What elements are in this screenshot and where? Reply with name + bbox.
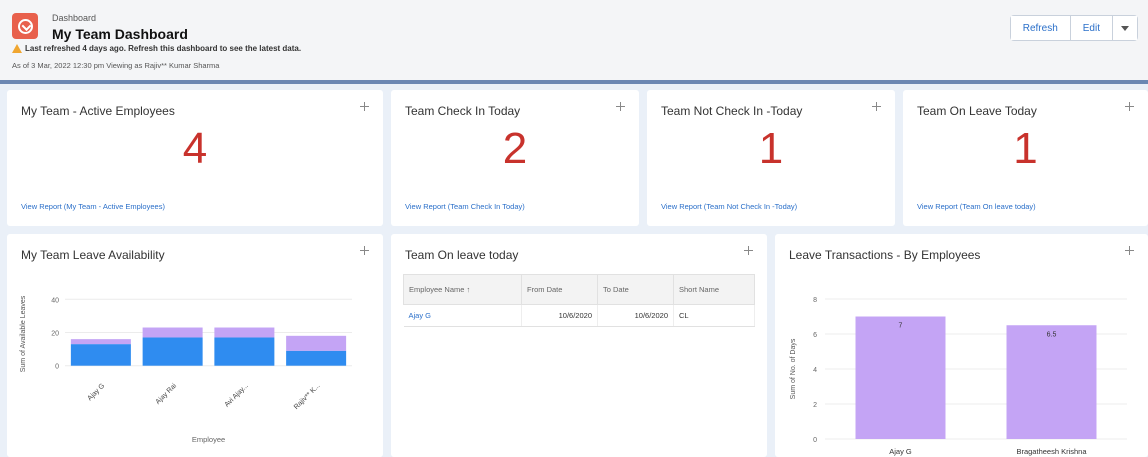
bar-segment	[286, 350, 347, 366]
column-header-employee[interactable]: Employee Name ↑	[403, 274, 522, 305]
x-tick-label: Bragatheesh Krishna	[1016, 447, 1087, 456]
leave-transactions-card: Leave Transactions - By Employees 024687…	[775, 234, 1148, 457]
leave-table: Employee Name ↑ From Date To Date Short …	[403, 274, 755, 327]
data-label: 7	[899, 323, 903, 330]
from-date-cell: 10/6/2020	[521, 304, 598, 327]
metric-value: 2	[502, 124, 528, 173]
x-tick-label: Rajiv** K...	[293, 382, 322, 411]
expand-icon[interactable]	[616, 102, 625, 111]
x-axis-label: Employee	[192, 435, 225, 444]
expand-icon[interactable]	[744, 246, 753, 255]
x-tick-label: Ajay Rai	[155, 382, 179, 406]
leave-transactions-chart: 0 2 4 6 8 7 Ajay G 6.5 Bragatheesh Krishna Sum of…	[790, 297, 1127, 456]
bar-segment	[142, 327, 203, 338]
dashboard-icon	[12, 13, 38, 39]
edit-button[interactable]: Edit	[1070, 16, 1113, 40]
to-date-cell: 10/6/2020	[597, 304, 674, 327]
bar-segment	[214, 337, 275, 366]
y-axis-label: Sum of Available Leaves	[20, 295, 27, 372]
card-title: Team On leave today	[405, 248, 519, 262]
y-axis-label: Sum of No. of Days	[790, 338, 797, 399]
x-tick-label: Avi Ajay...	[224, 382, 250, 408]
page-title: My Team Dashboard	[52, 26, 188, 42]
column-header-from-date[interactable]: From Date	[521, 274, 598, 305]
bar-segment	[286, 335, 347, 351]
page-eyebrow: Dashboard	[52, 13, 97, 23]
card-title: Team Not Check In -Today	[661, 104, 803, 118]
chevron-down-icon	[1121, 25, 1129, 31]
card-title: Team Check In Today	[405, 104, 521, 118]
bar-segment	[70, 344, 131, 366]
y-tick-label: 8	[813, 297, 817, 304]
more-actions-button[interactable]	[1113, 16, 1137, 40]
metric-card-active-employees: My Team - Active Employees 4 View Report…	[7, 90, 383, 226]
expand-icon[interactable]	[1125, 102, 1134, 111]
y-tick-label: 4	[813, 367, 817, 374]
y-tick-label: 6	[813, 332, 817, 339]
view-report-link[interactable]: View Report (Team Check In Today)	[405, 202, 525, 211]
column-header-short-name[interactable]: Short Name	[673, 274, 755, 305]
y-tick-label: 0	[813, 437, 817, 444]
refresh-warning: Last refreshed 4 days ago. Refresh this …	[12, 44, 301, 53]
metric-value: 1	[758, 124, 784, 173]
warning-icon	[12, 44, 22, 53]
short-name-cell: CL	[673, 304, 755, 327]
column-header-to-date[interactable]: To Date	[597, 274, 674, 305]
refresh-warning-text: Last refreshed 4 days ago. Refresh this …	[25, 44, 302, 53]
metric-card-on-leave: Team On Leave Today 1 View Report (Team …	[903, 90, 1148, 226]
y-tick-label: 2	[813, 402, 817, 409]
y-tick-label: 20	[51, 331, 59, 338]
card-title: Team On Leave Today	[917, 104, 1037, 118]
employee-link[interactable]: Ajay G	[403, 304, 522, 327]
bar-segment	[214, 327, 275, 338]
bar	[1006, 325, 1097, 439]
team-on-leave-card: Team On leave today Employee Name ↑ From…	[391, 234, 767, 457]
view-report-link[interactable]: View Report (My Team - Active Employees)	[21, 202, 165, 211]
metric-value: 4	[182, 124, 208, 173]
expand-icon[interactable]	[872, 102, 881, 111]
metric-value: 1	[1013, 124, 1038, 173]
expand-icon[interactable]	[360, 102, 369, 111]
bar	[855, 316, 946, 439]
view-report-link[interactable]: View Report (Team Not Check In -Today)	[661, 202, 797, 211]
bar-segment	[70, 339, 131, 345]
header-actions: Refresh Edit	[1009, 15, 1138, 41]
metric-card-not-check-in: Team Not Check In -Today 1 View Report (…	[647, 90, 895, 226]
view-report-link[interactable]: View Report (Team On leave today)	[917, 202, 1036, 211]
leave-availability-chart: 0 20 40 Ajay G Ajay Rai Avi Ajay... Rajiv** K.…	[20, 295, 352, 444]
metric-card-check-in: Team Check In Today 2 View Report (Team …	[391, 90, 639, 226]
card-title: My Team - Active Employees	[21, 104, 175, 118]
table-row: Ajay G 10/6/2020 10/6/2020 CL	[403, 304, 755, 327]
y-tick-label: 0	[55, 364, 59, 371]
data-label: 6.5	[1047, 331, 1057, 338]
y-tick-label: 40	[51, 297, 59, 304]
x-tick-label: Ajay G	[889, 447, 912, 456]
x-tick-label: Ajay G	[86, 382, 106, 402]
as-of-text: As of 3 Mar, 2022 12:30 pm Viewing as Ra…	[12, 61, 220, 70]
bar-segment	[142, 337, 203, 366]
leave-availability-card: My Team Leave Availability 0 20 40 Ajay G Aj…	[7, 234, 383, 457]
dashboard-header: Dashboard My Team Dashboard Last refresh…	[0, 0, 1148, 84]
refresh-button[interactable]: Refresh	[1010, 16, 1071, 40]
